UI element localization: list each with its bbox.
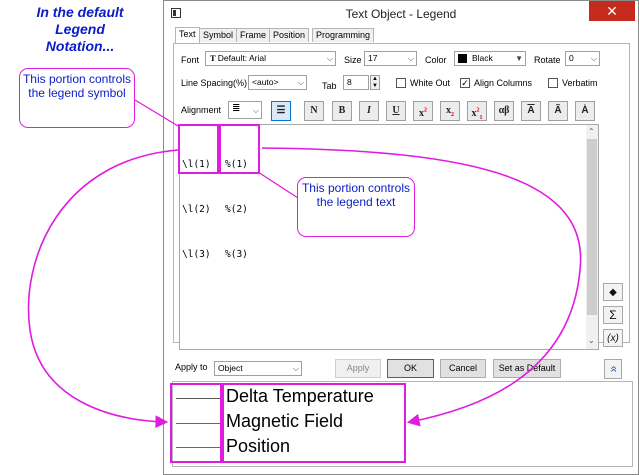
tab-frame[interactable]: Frame xyxy=(236,28,271,42)
text-callout: This portion controls the legend text xyxy=(297,177,415,237)
tab-size-spinner[interactable]: ▲ ▼ xyxy=(370,75,380,90)
chevron-down-icon: ⌵ xyxy=(590,54,597,63)
underline-button[interactable]: U xyxy=(386,101,406,121)
tab-size-field[interactable]: 8 xyxy=(343,75,369,90)
heading-line-2: Legend xyxy=(55,21,105,37)
dot-accent-button[interactable]: Ȧ xyxy=(575,101,595,121)
text-code-line: %(2) xyxy=(225,204,248,215)
set-as-default-button[interactable]: Set as Default xyxy=(493,359,561,378)
close-button[interactable]: ✕ xyxy=(589,1,635,21)
superscript-icon: x2 xyxy=(419,108,427,120)
variable-button[interactable]: (x) xyxy=(603,329,623,347)
justify-icon: ☰ xyxy=(276,105,286,116)
font-type-icon: Ƭ xyxy=(210,53,218,63)
apply-button[interactable]: Apply xyxy=(335,359,381,378)
overline-button[interactable]: A xyxy=(521,101,541,121)
italic-button[interactable]: I xyxy=(359,101,379,121)
superscript-button[interactable]: x2 xyxy=(413,101,433,121)
supsub-icon: x21 xyxy=(471,108,483,122)
rotate-value: 0 xyxy=(569,53,574,63)
preview-symbol-highlight-box xyxy=(170,383,222,463)
size-combo[interactable]: 17 ⌵ xyxy=(364,51,417,66)
window-title: Text Object - Legend xyxy=(345,7,457,21)
apply-to-label: Apply to xyxy=(175,362,208,372)
rotate-combo[interactable]: 0 ⌵ xyxy=(565,51,600,66)
overline-icon: A xyxy=(527,105,535,116)
annotation-heading: In the default Legend Notation... xyxy=(0,4,160,55)
subscript-button[interactable]: x2 xyxy=(440,101,460,121)
chevron-down-icon: ⌵ xyxy=(326,54,333,63)
font-label: Font xyxy=(181,55,200,65)
scrollbar-thumb[interactable] xyxy=(587,139,597,315)
symbol-curve-arrow xyxy=(27,149,179,429)
tab-position[interactable]: Position xyxy=(269,28,310,42)
apply-to-combo[interactable]: Object ⌵ xyxy=(214,361,302,376)
sigma-button[interactable]: Σ xyxy=(603,306,623,324)
verbatim-label: Verbatim xyxy=(562,78,598,88)
greek-button[interactable]: αβ xyxy=(494,101,514,121)
expand-button[interactable]: » xyxy=(604,359,622,379)
alignment-combo[interactable]: ≣ ⌵ xyxy=(228,101,262,119)
rotate-label: Rotate xyxy=(534,55,561,65)
scroll-down-icon[interactable]: ⌄ xyxy=(588,336,595,345)
font-combo[interactable]: Ƭ Default: Arial ⌵ xyxy=(205,51,336,66)
white-out-checkbox[interactable] xyxy=(396,78,406,88)
supsub-button[interactable]: x21 xyxy=(467,101,487,121)
tab-symbol[interactable]: Symbol xyxy=(199,28,238,42)
line-spacing-label: Line Spacing(%) xyxy=(181,78,248,88)
normal-text-button[interactable]: N xyxy=(304,101,324,121)
apply-to-value: Object xyxy=(218,363,243,373)
line-spacing-value: <auto> xyxy=(252,77,279,87)
size-value: 17 xyxy=(368,53,378,63)
chevron-down-icon: ▼ xyxy=(515,54,523,63)
scroll-up-icon[interactable]: ⌃ xyxy=(588,127,595,136)
tab-text[interactable]: Text xyxy=(175,27,200,43)
alignment-label: Alignment xyxy=(181,105,222,115)
heading-line-3: Notation... xyxy=(45,38,115,54)
chevron-down-icon: ⌵ xyxy=(407,54,414,63)
tab-programming[interactable]: Programming xyxy=(312,28,375,42)
color-combo[interactable]: Black ▼ xyxy=(454,51,526,66)
symbol-code-line: \l(2) xyxy=(182,204,211,215)
justify-button[interactable]: ☰ xyxy=(271,101,291,121)
white-out-label: White Out xyxy=(410,78,451,88)
symbol-highlight-box xyxy=(178,124,219,174)
cancel-button[interactable]: Cancel xyxy=(440,359,486,378)
color-value: Black xyxy=(472,53,493,63)
font-value: Default: Arial xyxy=(217,53,266,63)
line-spacing-combo[interactable]: <auto> ⌵ xyxy=(248,75,307,90)
text-highlight-box xyxy=(219,124,260,174)
ok-button[interactable]: OK xyxy=(387,359,434,378)
chevron-down-icon: ⌵ xyxy=(292,364,299,373)
chevron-down-icon: ⌵ xyxy=(297,78,304,87)
chevron-down-icon: ⌵ xyxy=(252,106,259,115)
bold-button[interactable]: B xyxy=(332,101,352,121)
color-swatch xyxy=(458,54,467,63)
align-left-icon: ≣ xyxy=(232,103,241,114)
symbol-code-line: \l(3) xyxy=(182,249,211,260)
heading-line-1: In the default xyxy=(36,4,124,20)
size-label: Size xyxy=(344,55,362,65)
checkmark-icon: ✓ xyxy=(461,78,469,88)
align-columns-checkbox[interactable]: ✓ xyxy=(460,78,470,88)
tab-size-label: Tab xyxy=(322,81,337,91)
tab-size-value: 8 xyxy=(347,77,352,87)
preview-text-highlight-box xyxy=(222,383,406,463)
symbol-callout: This portion controls the legend symbol xyxy=(19,68,135,128)
tilde-button[interactable]: Ã xyxy=(548,101,568,121)
subscript-icon: x2 xyxy=(446,105,454,118)
verbatim-checkbox[interactable] xyxy=(548,78,558,88)
color-label: Color xyxy=(425,55,447,65)
text-code-line: %(3) xyxy=(225,249,248,260)
align-columns-label: Align Columns xyxy=(474,78,533,88)
symbol-insert-button[interactable]: ◆ xyxy=(603,283,623,301)
title-bar[interactable]: Text Object - Legend ✕ xyxy=(164,1,638,27)
